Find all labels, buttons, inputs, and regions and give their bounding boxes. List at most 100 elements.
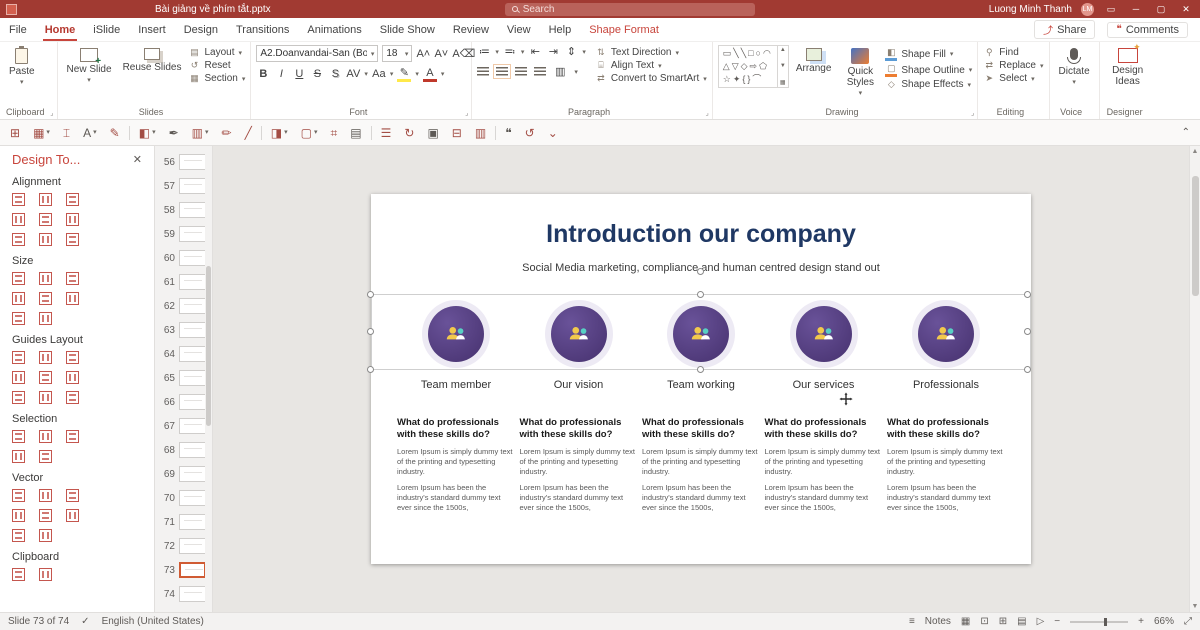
design-tool-icon[interactable] [66,391,79,404]
design-tool-icon[interactable] [39,430,52,443]
design-tool-icon[interactable] [39,193,52,206]
design-ideas-button[interactable]: Design Ideas [1105,45,1151,90]
design-tool-icon[interactable] [12,213,25,226]
card-circle[interactable] [428,306,484,362]
design-tool-icon[interactable] [12,233,25,246]
slide-indicator[interactable]: Slide 73 of 74 [8,616,69,627]
slide-thumbnail[interactable]: 56 [155,150,212,174]
normal-view-icon[interactable]: ⊡ [980,616,988,627]
slide-thumbnail[interactable]: 72 [155,534,212,558]
tab-view[interactable]: View [498,18,540,41]
design-tool-icon[interactable] [12,312,25,325]
text-shadow-button[interactable]: S [328,68,342,80]
slide-canvas[interactable]: Introduction our company Social Media ma… [213,146,1200,612]
tab-islide[interactable]: iSlide [84,18,129,41]
design-tool-icon[interactable] [12,430,25,443]
design-tool-icon[interactable] [66,213,79,226]
numbering-button[interactable]: ≕ [503,45,517,58]
design-tool-icon[interactable] [39,509,52,522]
card-text[interactable]: What do professionals with these skills … [397,417,515,514]
justify-button[interactable] [534,67,546,76]
reset-button[interactable]: ↺Reset [188,60,245,71]
design-tool-icon[interactable] [12,292,25,305]
comments-button[interactable]: ❝ Comments [1107,22,1188,38]
design-tool-icon[interactable] [12,391,25,404]
user-name[interactable]: Luong Minh Thanh [989,4,1072,15]
design-tool-icon[interactable] [39,371,52,384]
layout-button[interactable]: ▤Layout▾ [188,47,245,58]
design-tool-icon[interactable] [39,489,52,502]
design-tool-icon[interactable] [39,213,52,226]
character-spacing-button[interactable]: AV [346,68,360,80]
slide-editing-area[interactable]: Introduction our company Social Media ma… [371,194,1031,564]
design-tool-icon[interactable] [66,509,79,522]
borders-icon[interactable]: ▦ [33,127,50,139]
design-tool-icon[interactable] [12,509,25,522]
slide-thumbnail[interactable]: 64 [155,342,212,366]
slide-thumbnail[interactable]: 68 [155,438,212,462]
selection-handle[interactable] [697,366,704,373]
align-left-button[interactable] [477,67,489,76]
font-name-combo[interactable]: A2.Doanvandai-San (Boc▾ [256,45,378,62]
user-avatar[interactable]: LM [1081,3,1094,16]
design-tool-icon[interactable] [39,391,52,404]
spellcheck-icon[interactable]: ✓ [81,616,89,627]
share-button[interactable]: ⤴ Share [1034,20,1095,39]
dialog-launcher-icon[interactable]: ⌟ [50,109,53,117]
selection-handle[interactable] [367,291,374,298]
our-vision-icon[interactable]: Our vision What do professionals with th… [520,306,638,514]
ribbon-display-options-icon[interactable]: ▭ [1103,4,1119,15]
paste-button[interactable]: Paste ▾ [5,45,39,90]
design-tool-icon[interactable] [12,272,25,285]
design-tool-icon[interactable] [66,272,79,285]
align-right-button[interactable] [515,67,527,76]
card-label[interactable]: Team working [667,379,735,391]
card-label[interactable]: Our services [793,379,855,391]
design-tool-icon[interactable] [12,450,25,463]
design-tool-icon[interactable] [39,450,52,463]
card-text[interactable]: What do professionals with these skills … [642,417,760,514]
line-spacing-button[interactable]: ⇕ [564,45,578,58]
design-tool-icon[interactable] [66,351,79,364]
design-tool-icon[interactable] [39,351,52,364]
our-services-icon[interactable]: Our services What do professionals with … [765,306,883,514]
selection-handle[interactable] [1024,366,1031,373]
thumbnails-scrollbar[interactable] [205,146,212,612]
change-case-button[interactable]: Aa [372,68,386,80]
dictate-button[interactable]: Dictate ▾ [1055,45,1094,90]
design-tool-icon[interactable] [66,292,79,305]
more-commands-icon[interactable]: ⌄ [548,127,558,139]
underline-button[interactable]: U [292,68,306,80]
slide-sorter-icon[interactable]: ⊞ [999,616,1007,627]
columns-button[interactable]: ▥ [553,65,567,78]
design-tool-icon[interactable] [12,568,25,581]
document-title[interactable]: Bài giảng về phím tắt.pptx [155,4,271,15]
section-button[interactable]: ▦Section▾ [188,73,245,84]
tab-design[interactable]: Design [175,18,227,41]
font-size-combo[interactable]: 18▾ [382,45,412,62]
separator[interactable] [495,126,496,140]
zoom-level[interactable]: 66% [1154,616,1174,627]
reading-view-icon[interactable]: ▤ [1017,616,1026,627]
design-tool-icon[interactable] [66,233,79,246]
close-icon[interactable]: ✕ [133,153,142,166]
increase-font-size-button[interactable]: A˄ [416,48,430,60]
quick-styles-button[interactable]: Quick Styles▾ [838,45,882,101]
reuse-slides-button[interactable]: Reuse Slides [119,45,186,76]
tab-home[interactable]: Home [36,18,85,41]
tab-file[interactable]: File [0,18,36,41]
design-tool-icon[interactable] [12,529,25,542]
italic-button[interactable]: I [274,68,288,80]
decrease-font-size-button[interactable]: A˅ [434,48,448,60]
team-member-icon[interactable]: Team member What do professionals with t… [397,306,515,514]
tab-shape-format[interactable]: Shape Format [580,18,668,41]
design-tool-icon[interactable] [66,193,79,206]
design-tool-icon[interactable] [39,312,52,325]
columns-icon[interactable]: ▥ [475,127,486,139]
slide-thumbnail[interactable]: 63 [155,318,212,342]
rotate-handle[interactable] [697,268,704,275]
increase-indent-button[interactable]: ⇥ [546,45,560,58]
card-text[interactable]: What do professionals with these skills … [520,417,638,514]
notes-button[interactable]: Notes [925,616,951,627]
tab-review[interactable]: Review [444,18,498,41]
